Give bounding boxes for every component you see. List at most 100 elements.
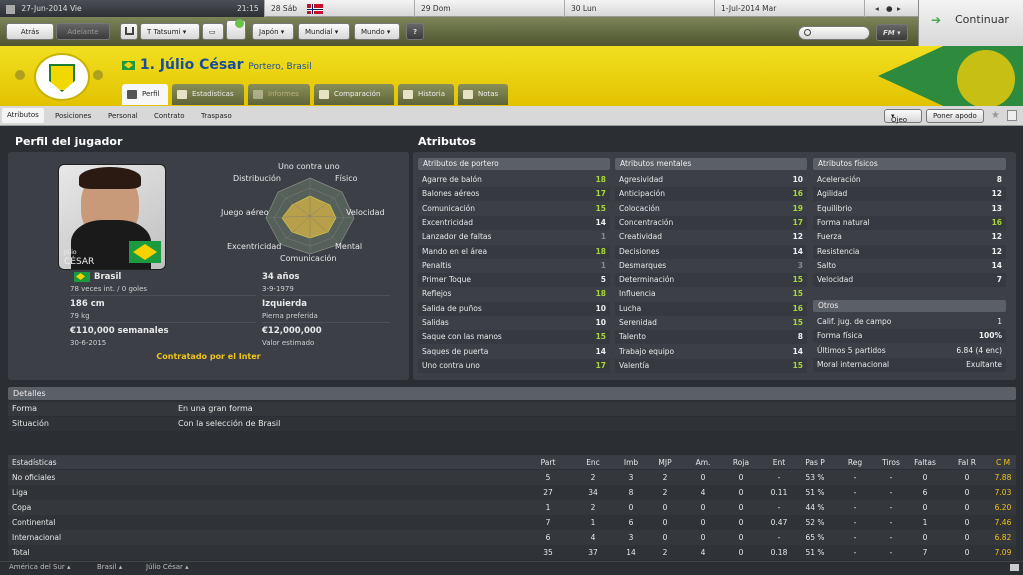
attribute-row[interactable]: Anticipación 16	[615, 187, 807, 202]
stats-column-header[interactable]: Am.	[688, 458, 718, 467]
stats-column-header[interactable]: Imb	[616, 458, 646, 467]
stats-column-header[interactable]: Fal R	[952, 458, 982, 467]
fm-menu-button[interactable]: FM ▾	[876, 24, 908, 41]
attribute-row[interactable]: Lanzador de faltas 1	[418, 230, 610, 244]
tab-estadisticas[interactable]: Estadísticas	[172, 84, 244, 105]
attribute-row[interactable]: Excentricidad 14	[418, 215, 610, 230]
attribute-row[interactable]: Penaltis 1	[418, 259, 610, 273]
stats-row[interactable]: Continental 7 1 6 0 0 0 0.47 52 % - - 1 0 7.46	[8, 515, 1016, 530]
calendar-day[interactable]: 28 Sáb	[265, 0, 415, 17]
stats-column-header[interactable]: Reg	[840, 458, 870, 467]
attribute-row[interactable]: Agarre de balón 18	[418, 173, 610, 187]
attribute-row[interactable]: Salidas 10	[418, 316, 610, 330]
attribute-row[interactable]: Serenidad 15	[615, 316, 807, 330]
help-button[interactable]: ?	[406, 23, 424, 40]
attribute-row[interactable]: Saques de puerta 14	[418, 345, 610, 359]
menu-mundial[interactable]: Mundial ▾	[298, 23, 350, 40]
calendar-day[interactable]: 1-Jul-2014 Mar	[715, 0, 865, 17]
attribute-row[interactable]: Forma física 100%	[813, 329, 1006, 344]
tab-notas[interactable]: Notas	[458, 84, 508, 105]
scout-menu-button[interactable]: Ojeo ▾	[884, 109, 922, 124]
attribute-row[interactable]: Equilibrio 13	[813, 202, 1006, 216]
attribute-row[interactable]: Velocidad 7	[813, 273, 1006, 288]
menu-japon[interactable]: Japón ▾	[252, 23, 294, 40]
home-button[interactable]	[120, 23, 138, 40]
subnav-contrato[interactable]: Contrato	[154, 106, 185, 126]
attribute-row[interactable]: Primer Toque 5	[418, 273, 610, 288]
attribute-row[interactable]: Uno contra uno 17	[418, 358, 610, 373]
manager-menu[interactable]: T Tatsumi ▾	[140, 23, 200, 40]
stats-column-header[interactable]: Estadísticas	[12, 458, 57, 467]
dot-icon[interactable]: ●	[886, 0, 893, 17]
current-date-cell[interactable]: 27-Jun-2014 Vie 21:15	[0, 0, 265, 17]
calendar-day[interactable]: 29 Dom	[415, 0, 565, 17]
attribute-row[interactable]: Saque con las manos 15	[418, 330, 610, 345]
tab-comparacion[interactable]: Comparación	[314, 84, 394, 105]
nickname-button[interactable]: Poner apodo	[926, 109, 984, 123]
tab-perfil[interactable]: Perfil	[122, 84, 168, 105]
subnav-traspaso[interactable]: Traspaso	[201, 106, 232, 126]
stats-column-header[interactable]: Part	[533, 458, 563, 467]
attribute-row[interactable]: Influencia 15	[615, 287, 807, 301]
attribute-row[interactable]: Concentración 17	[615, 215, 807, 230]
stats-column-header[interactable]: Pas P	[800, 458, 830, 467]
stats-row[interactable]: Internacional 6 4 3 0 0 0 - 65 % - - 0 0 6.82	[8, 530, 1016, 545]
attribute-row[interactable]: Moral internacional Exultante	[813, 357, 1006, 372]
search-input[interactable]	[798, 26, 870, 40]
calendar-day[interactable]: 30 Lun	[565, 0, 715, 17]
attribute-row[interactable]: Balones aéreos 17	[418, 187, 610, 202]
tab-informes[interactable]: Informes	[248, 84, 310, 105]
stats-column-header[interactable]: Roja	[726, 458, 756, 467]
attribute-row[interactable]: Agresividad 10	[615, 173, 807, 187]
attribute-row[interactable]: Mando en el área 18	[418, 244, 610, 259]
inbox-button[interactable]	[226, 19, 246, 40]
attribute-row[interactable]: Agilidad 12	[813, 187, 1006, 202]
attribute-row[interactable]: Salto 14	[813, 259, 1006, 273]
stats-row[interactable]: Total 35 37 14 2 4 0 0.18 51 % - - 7 0 7.09	[8, 545, 1016, 560]
prev-player-icon[interactable]	[15, 70, 25, 80]
stats-column-header[interactable]: C M	[988, 458, 1018, 467]
stats-column-header[interactable]: Faltas	[910, 458, 940, 467]
attribute-row[interactable]: Creatividad 12	[615, 230, 807, 244]
forward-button[interactable]: Adelante	[56, 23, 110, 40]
stats-column-header[interactable]: Ent	[764, 458, 794, 467]
breadcrumb-player[interactable]: Júlio César ▴	[146, 563, 189, 571]
attribute-row[interactable]: Calif. jug. de campo 1	[813, 315, 1006, 329]
contract-status-link[interactable]: Contratado por el Inter	[8, 352, 409, 361]
attribute-row[interactable]: Aceleración 8	[813, 173, 1006, 187]
subnav-atributos[interactable]: Atributos	[2, 108, 44, 123]
edit-icon[interactable]	[1007, 110, 1017, 121]
star-icon[interactable]: ★	[991, 106, 1000, 126]
attribute-row[interactable]: Salida de puños 10	[418, 301, 610, 316]
attribute-row[interactable]: Resistencia 12	[813, 244, 1006, 259]
tab-historia[interactable]: Historia	[398, 84, 454, 105]
attribute-row[interactable]: Desmarques 3	[615, 259, 807, 273]
back-button[interactable]: Atrás	[6, 23, 54, 40]
stats-column-header[interactable]: MJP	[650, 458, 680, 467]
attribute-row[interactable]: Valentía 15	[615, 358, 807, 373]
breadcrumb-nation[interactable]: Brasil ▴	[97, 563, 122, 571]
attribute-row[interactable]: Forma natural 16	[813, 215, 1006, 230]
next-player-icon[interactable]	[93, 70, 103, 80]
subnav-personal[interactable]: Personal	[108, 106, 138, 126]
attribute-row[interactable]: Comunicación 15	[418, 202, 610, 216]
menu-mundo[interactable]: Mundo ▾	[354, 23, 400, 40]
attribute-row[interactable]: Últimos 5 partidos 6.84 (4 enc)	[813, 344, 1006, 358]
stats-row[interactable]: Liga 27 34 8 2 4 0 0.11 51 % - - 6 0 7.03	[8, 485, 1016, 500]
attribute-row[interactable]: Talento 8	[615, 330, 807, 345]
attribute-row[interactable]: Reflejos 18	[418, 287, 610, 301]
stats-column-header[interactable]: Tiros	[876, 458, 906, 467]
subnav-posiciones[interactable]: Posiciones	[55, 106, 91, 126]
attribute-row[interactable]: Trabajo equipo 14	[615, 345, 807, 359]
stats-row[interactable]: No oficiales 5 2 3 2 0 0 - 53 % - - 0 0 7.88	[8, 470, 1016, 485]
prev-icon[interactable]: ◂	[875, 0, 879, 17]
attribute-row[interactable]: Determinación 15	[615, 273, 807, 288]
stats-row[interactable]: Copa 1 2 0 0 0 0 - 44 % - - 0 0 6.20	[8, 500, 1016, 515]
attribute-row[interactable]: Fuerza 12	[813, 230, 1006, 244]
breadcrumb-continent[interactable]: América del Sur ▴	[9, 563, 71, 571]
next-icon[interactable]: ▸	[897, 0, 901, 17]
attribute-row[interactable]: Lucha 16	[615, 301, 807, 316]
screen-icon[interactable]	[1010, 564, 1019, 571]
attribute-row[interactable]: Decisiones 14	[615, 244, 807, 259]
stats-column-header[interactable]: Enc	[578, 458, 608, 467]
